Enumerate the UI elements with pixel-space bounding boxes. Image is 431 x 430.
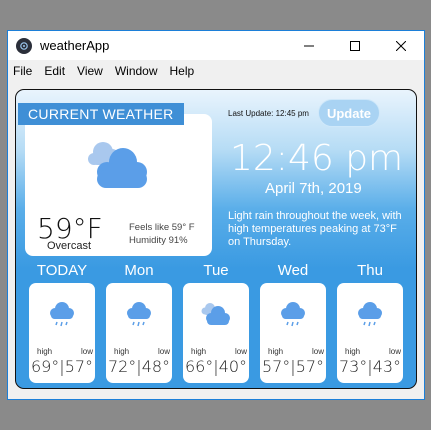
title-bar[interactable]: weatherApp [7,30,425,60]
close-button[interactable] [378,31,424,61]
low-label: low [157,347,170,356]
menu-window[interactable]: Window [109,60,164,82]
high-label: high [345,347,361,356]
forecast-day-label: TODAY [36,262,88,279]
minimize-icon [304,45,314,47]
menu-help[interactable]: Help [164,60,201,82]
partly-cloudy-icon [201,303,230,325]
forecast-card: high low 73°|43° [337,283,403,383]
forecast-card: high low 57°|57° [260,283,326,383]
menu-view[interactable]: View [71,60,109,82]
high-low-values: 72°|48° [107,357,171,376]
window-title: weatherApp [40,38,110,53]
last-update: Last Update: 12:45 pm [228,109,309,118]
current-condition: Overcast [47,240,92,252]
low-label: low [234,347,247,356]
maximize-icon [350,41,360,51]
forecast-day-label: Mon [124,262,154,279]
high-low-values: 66°|40° [184,357,248,376]
weather-panel: 59°F Overcast Feels like 59° F Humidity … [15,89,417,389]
rain-icon [127,302,151,327]
current-time: 12:46 pm [230,138,404,179]
app-logo-icon [16,37,32,54]
current-date: April 7th, 2019 [265,180,362,197]
high-low-values: 73°|43° [338,357,402,376]
menu-bar: File Edit View Window Help [8,60,424,82]
feels-like: Feels like 59° F [129,222,195,233]
high-low-values: 57°|57° [261,357,325,376]
update-button[interactable]: Update [318,99,380,127]
high-label: high [268,347,284,356]
humidity: Humidity 91% [129,235,188,246]
current-weather-tab: CURRENT WEATHER [18,103,184,125]
current-weather-card: 59°F Overcast Feels like 59° F Humidity … [25,114,212,256]
forecast-day-label: Wed [277,262,309,279]
rain-icon [50,302,74,327]
forecast-card: high low 66°|40° [183,283,249,383]
high-label: high [191,347,207,356]
low-label: low [311,347,324,356]
high-label: high [37,347,53,356]
rain-icon [281,302,305,327]
rain-icon [358,302,382,327]
forecast-day-label: Tue [203,262,229,279]
low-label: low [80,347,93,356]
forecast-card: high low 72°|48° [106,283,172,383]
menu-edit[interactable]: Edit [38,60,71,82]
forecast-card: high low 69°|57° [29,283,95,383]
high-label: high [114,347,130,356]
partly-cloudy-icon [88,142,147,188]
high-low-values: 69°|57° [30,357,94,376]
minimize-button[interactable] [286,31,332,61]
low-label: low [388,347,401,356]
menu-file[interactable]: File [8,60,38,82]
maximize-button[interactable] [332,31,378,61]
weekly-summary: Light rain throughout the week, with hig… [228,210,402,248]
forecast-day-label: Thu [357,262,383,279]
close-icon [396,41,406,51]
